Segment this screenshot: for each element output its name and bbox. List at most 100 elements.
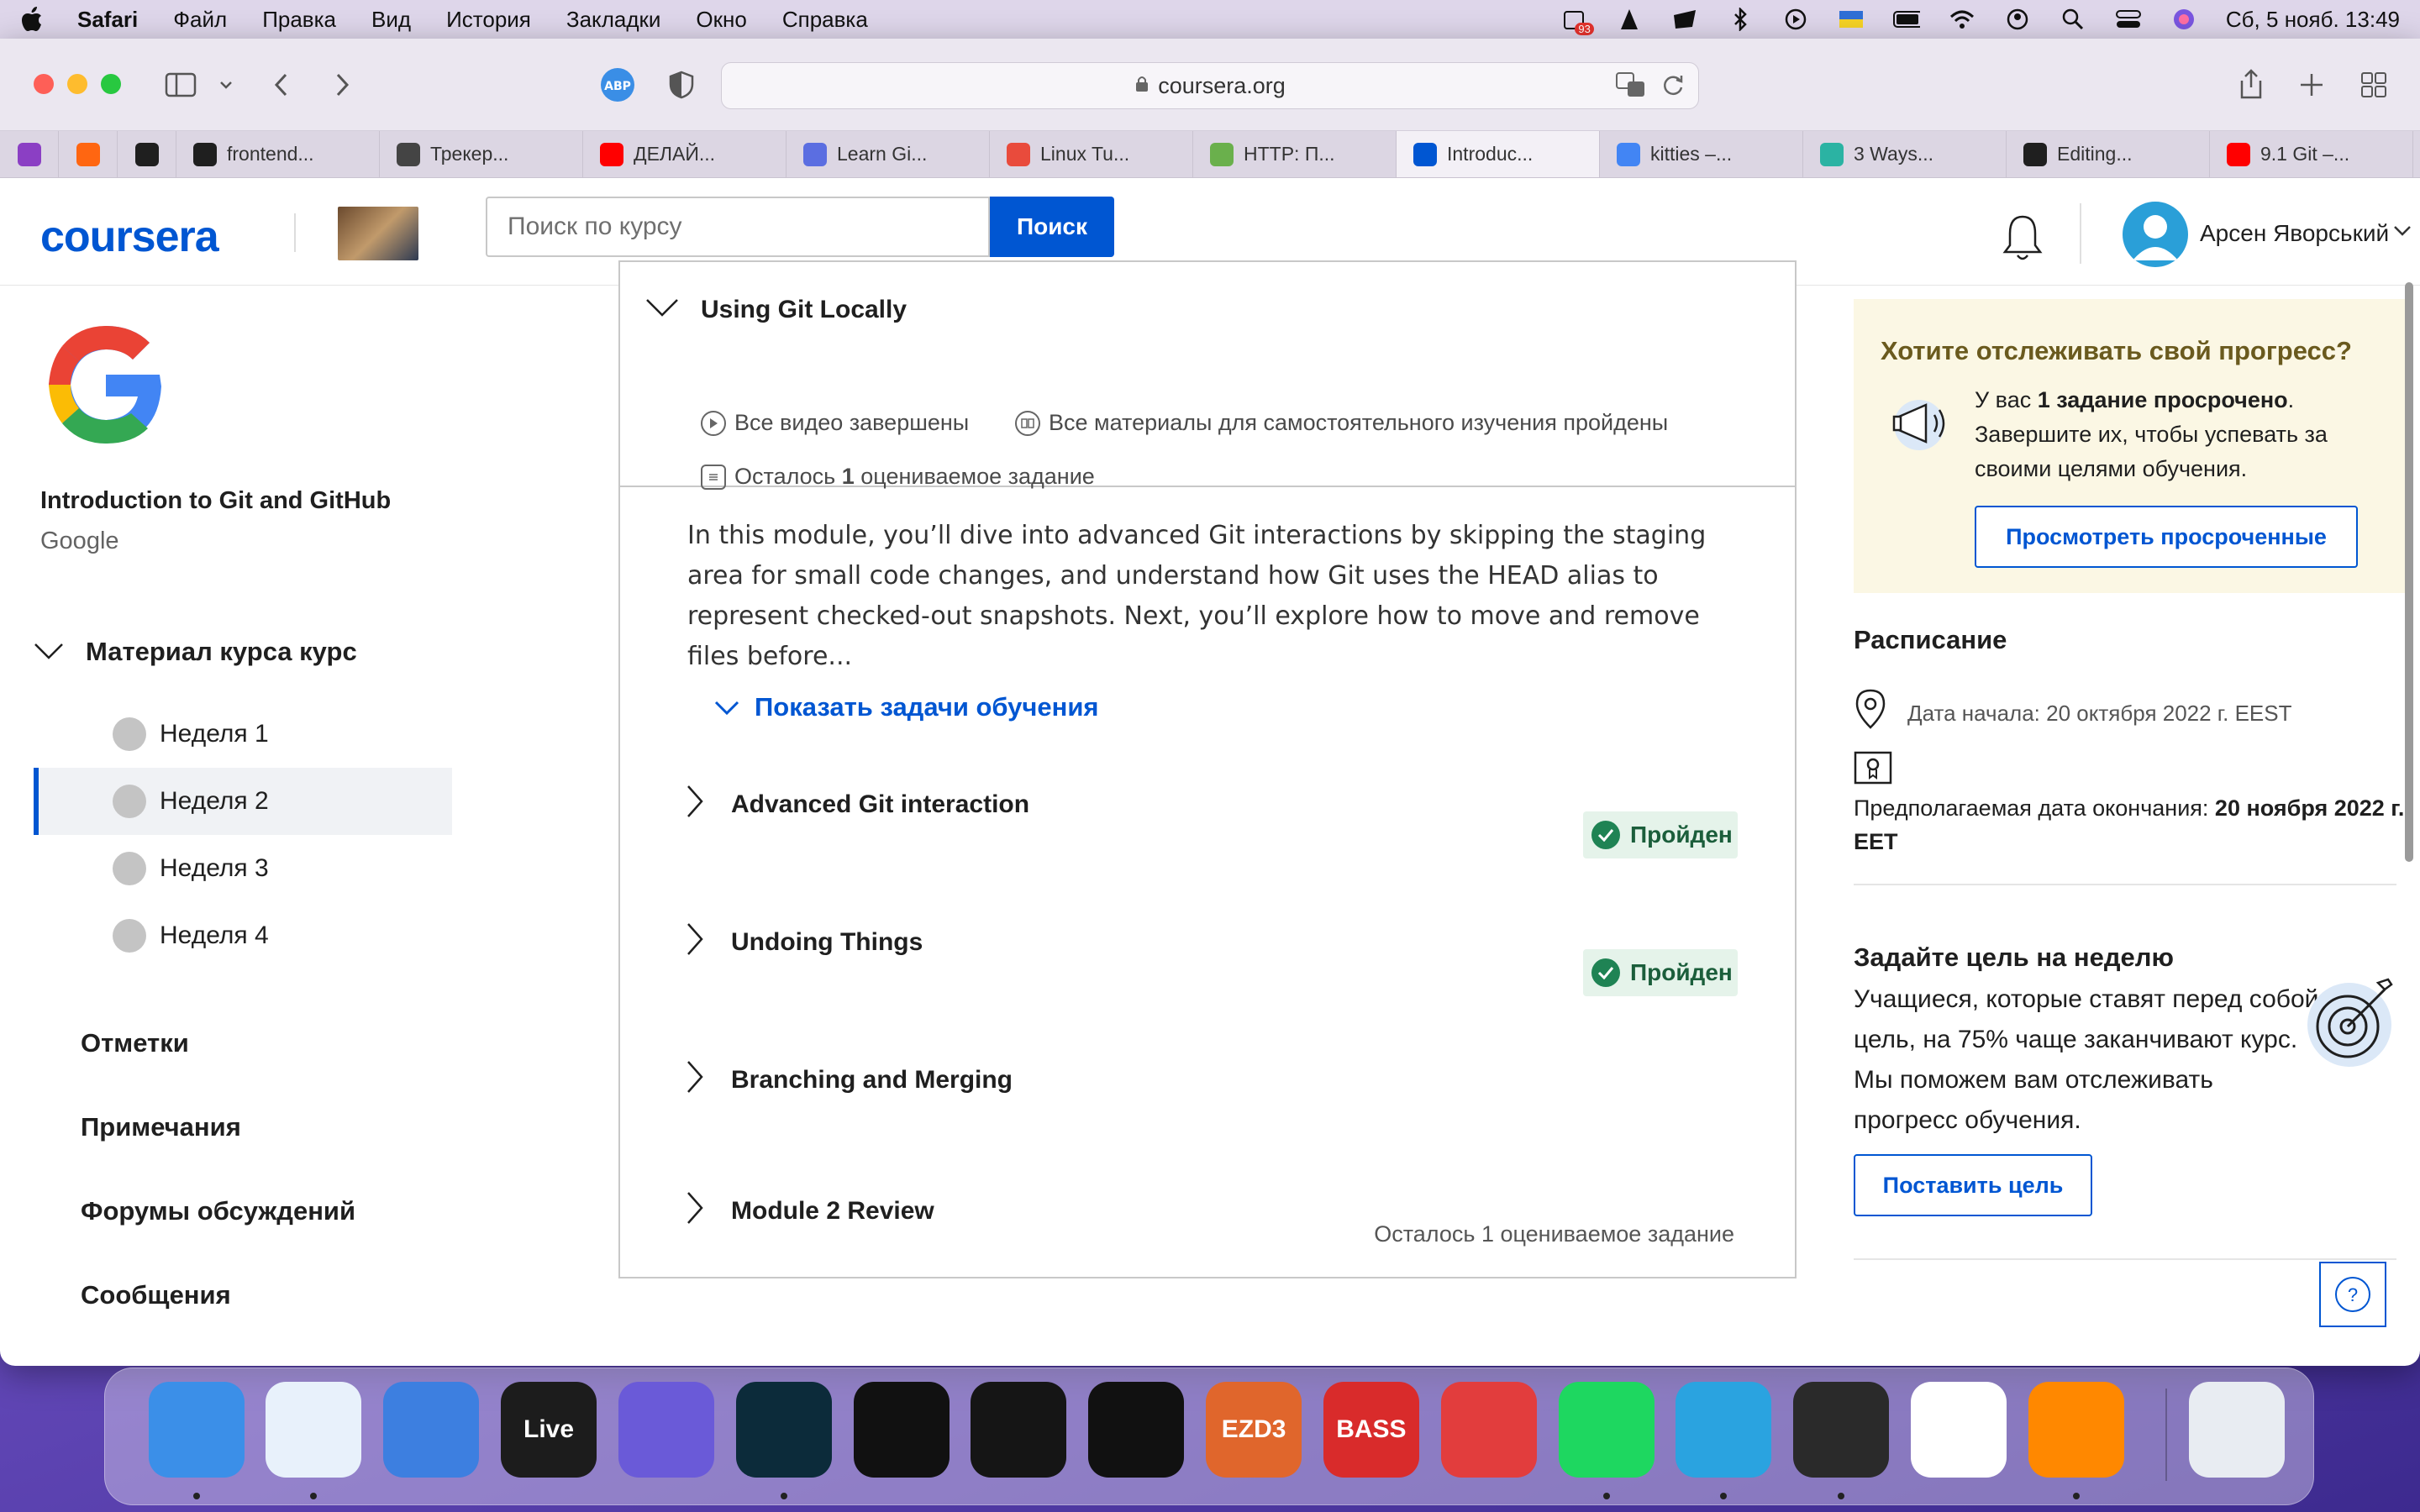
module-toggle[interactable]: Using Git Locally [645,296,907,324]
dock-app-beast-icon[interactable] [853,1382,950,1478]
page-scrollbar[interactable] [2405,282,2413,862]
browser-tab-3[interactable]: frontend... [176,131,380,177]
dock-app-vs-code-icon[interactable] [1911,1382,2007,1478]
lesson-branching-and-merging[interactable]: Branching and Merging [686,1060,1013,1100]
dropzone-icon[interactable] [1671,7,1698,32]
siri-icon[interactable] [2170,7,2197,32]
target-icon [2301,974,2400,1078]
lesson-advanced-git-interaction[interactable]: Advanced Git interaction [686,785,1029,825]
calendar-status-icon[interactable]: 93 [1560,7,1594,35]
menu-view[interactable]: Вид [371,7,411,33]
dock-app-ableton-live-icon[interactable]: Live [501,1382,597,1478]
menu-bookmarks[interactable]: Закладки [566,7,661,33]
sidebar-item-week-3[interactable]: Неделя 3 [34,835,452,902]
show-learning-objectives-button[interactable]: Показать задачи обучения [714,692,1099,722]
set-goal-button[interactable]: Поставить цель [1854,1154,2092,1216]
browser-tab-11[interactable]: 3 Ways... [1803,131,2007,177]
browser-tab-10[interactable]: kitties –... [1600,131,1803,177]
tab-overview-icon[interactable] [2353,64,2395,106]
keyboard-layout-flag-icon[interactable] [1838,7,1865,32]
dock-app-telegram-icon[interactable] [1676,1382,1772,1478]
browser-tab-8[interactable]: HTTP: П... [1193,131,1397,177]
dock-app-ezdrummer-icon[interactable]: EZD3 [1206,1382,1302,1478]
menu-app-name[interactable]: Safari [77,7,138,33]
dock-app-lasso-icon[interactable] [735,1382,832,1478]
dock-app-spotify-icon[interactable] [1558,1382,1655,1478]
chevron-down-icon[interactable] [2393,225,2412,241]
menu-help[interactable]: Справка [782,7,868,33]
sidebar-link-messages[interactable]: Сообщения [81,1280,231,1310]
dock-app-trash-icon[interactable] [2189,1382,2286,1478]
battery-icon[interactable] [1892,7,1920,32]
dock-app-vlc-icon[interactable] [2028,1382,2124,1478]
browser-tab-12[interactable]: Editing... [2007,131,2210,177]
menu-edit[interactable]: Правка [262,7,336,33]
now-playing-icon[interactable] [1782,7,1809,32]
browser-tab-4[interactable]: Трекер... [380,131,583,177]
user-account-icon[interactable] [2004,7,2031,32]
dock-app-serato-icon[interactable] [1088,1382,1185,1478]
minimize-window-button[interactable] [67,74,87,94]
view-overdue-button[interactable]: Просмотреть просроченные [1975,506,2358,568]
course-thumbnail[interactable] [338,207,418,260]
menubar-clock[interactable]: Сб, 5 нояб. 13:49 [2226,7,2400,33]
lesson-module-2-review[interactable]: Module 2 Review [686,1191,934,1231]
dock-app-bass-icon[interactable]: BASS [1323,1382,1419,1478]
course-material-toggle[interactable]: Материал курса курс [34,637,357,667]
sidebar-item-week-2[interactable]: Неделя 2 [34,768,452,835]
share-icon[interactable] [2230,64,2272,106]
browser-tab-1[interactable] [59,131,118,177]
dock-running-indicator [1602,1493,1610,1499]
user-avatar[interactable] [2123,202,2188,267]
search-button[interactable]: Поиск [990,197,1114,257]
new-tab-button[interactable] [2291,64,2333,106]
vlc-status-icon[interactable] [1616,7,1643,32]
dock-app-spark-icon[interactable] [383,1382,480,1478]
user-name[interactable]: Арсен Яворський [2200,220,2389,247]
course-title[interactable]: Introduction to Git and GitHub [40,487,391,515]
adblock-extension-icon[interactable]: ABP [597,64,639,106]
back-button[interactable] [260,64,302,106]
zoom-window-button[interactable] [101,74,121,94]
browser-tab-9[interactable]: Introduc... [1397,131,1600,177]
dock-app-safari-icon[interactable] [266,1382,362,1478]
browser-tab-13[interactable]: 9.1 Git –... [2210,131,2413,177]
menu-file[interactable]: Файл [173,7,227,33]
reload-icon[interactable] [1661,71,1685,104]
browser-tab-0[interactable] [0,131,59,177]
translate-icon[interactable] [1616,71,1646,104]
wifi-icon[interactable] [1949,7,1975,32]
browser-tab-7[interactable]: Linux Tu... [990,131,1193,177]
dock-app-siri-icon[interactable] [618,1382,714,1478]
browser-tab-2[interactable] [118,131,176,177]
dock-app-dp-icon[interactable] [971,1382,1067,1478]
privacy-shield-icon[interactable] [660,64,702,106]
sidebar-link-forums[interactable]: Форумы обсуждений [81,1196,355,1226]
bluetooth-icon[interactable] [1727,7,1754,32]
sidebar-toggle-icon[interactable] [160,64,202,106]
browser-tab-5[interactable]: ДЕЛАЙ... [583,131,786,177]
notifications-bell-icon[interactable] [2000,212,2045,262]
menu-window[interactable]: Окно [696,7,746,33]
chevron-down-icon[interactable] [205,64,247,106]
play-circle-icon [701,410,726,436]
coursera-logo[interactable]: coursera [40,212,219,262]
dock-app-bear-icon[interactable] [1440,1382,1537,1478]
browser-tab-6[interactable]: Learn Gi... [786,131,990,177]
help-button[interactable]: ? [2319,1262,2386,1327]
dock-app-finder-icon[interactable] [148,1382,245,1478]
menu-history[interactable]: История [446,7,531,33]
forward-button[interactable] [321,64,363,106]
apple-icon[interactable] [20,6,44,33]
sidebar-item-week-4[interactable]: Неделя 4 [34,902,452,969]
close-window-button[interactable] [34,74,54,94]
sidebar-link-grades[interactable]: Отметки [81,1028,189,1058]
sidebar-link-notes[interactable]: Примечания [81,1112,241,1142]
course-search-input[interactable]: Поиск по курсу [486,197,990,257]
lesson-undoing-things[interactable]: Undoing Things [686,922,923,963]
address-bar[interactable]: coursera.org [721,62,1699,109]
spotlight-search-icon[interactable] [2060,7,2086,32]
sidebar-item-week-1[interactable]: Неделя 1 [34,701,452,768]
control-center-icon[interactable] [2115,7,2142,32]
dock-app-piano-icon[interactable] [1793,1382,1890,1478]
